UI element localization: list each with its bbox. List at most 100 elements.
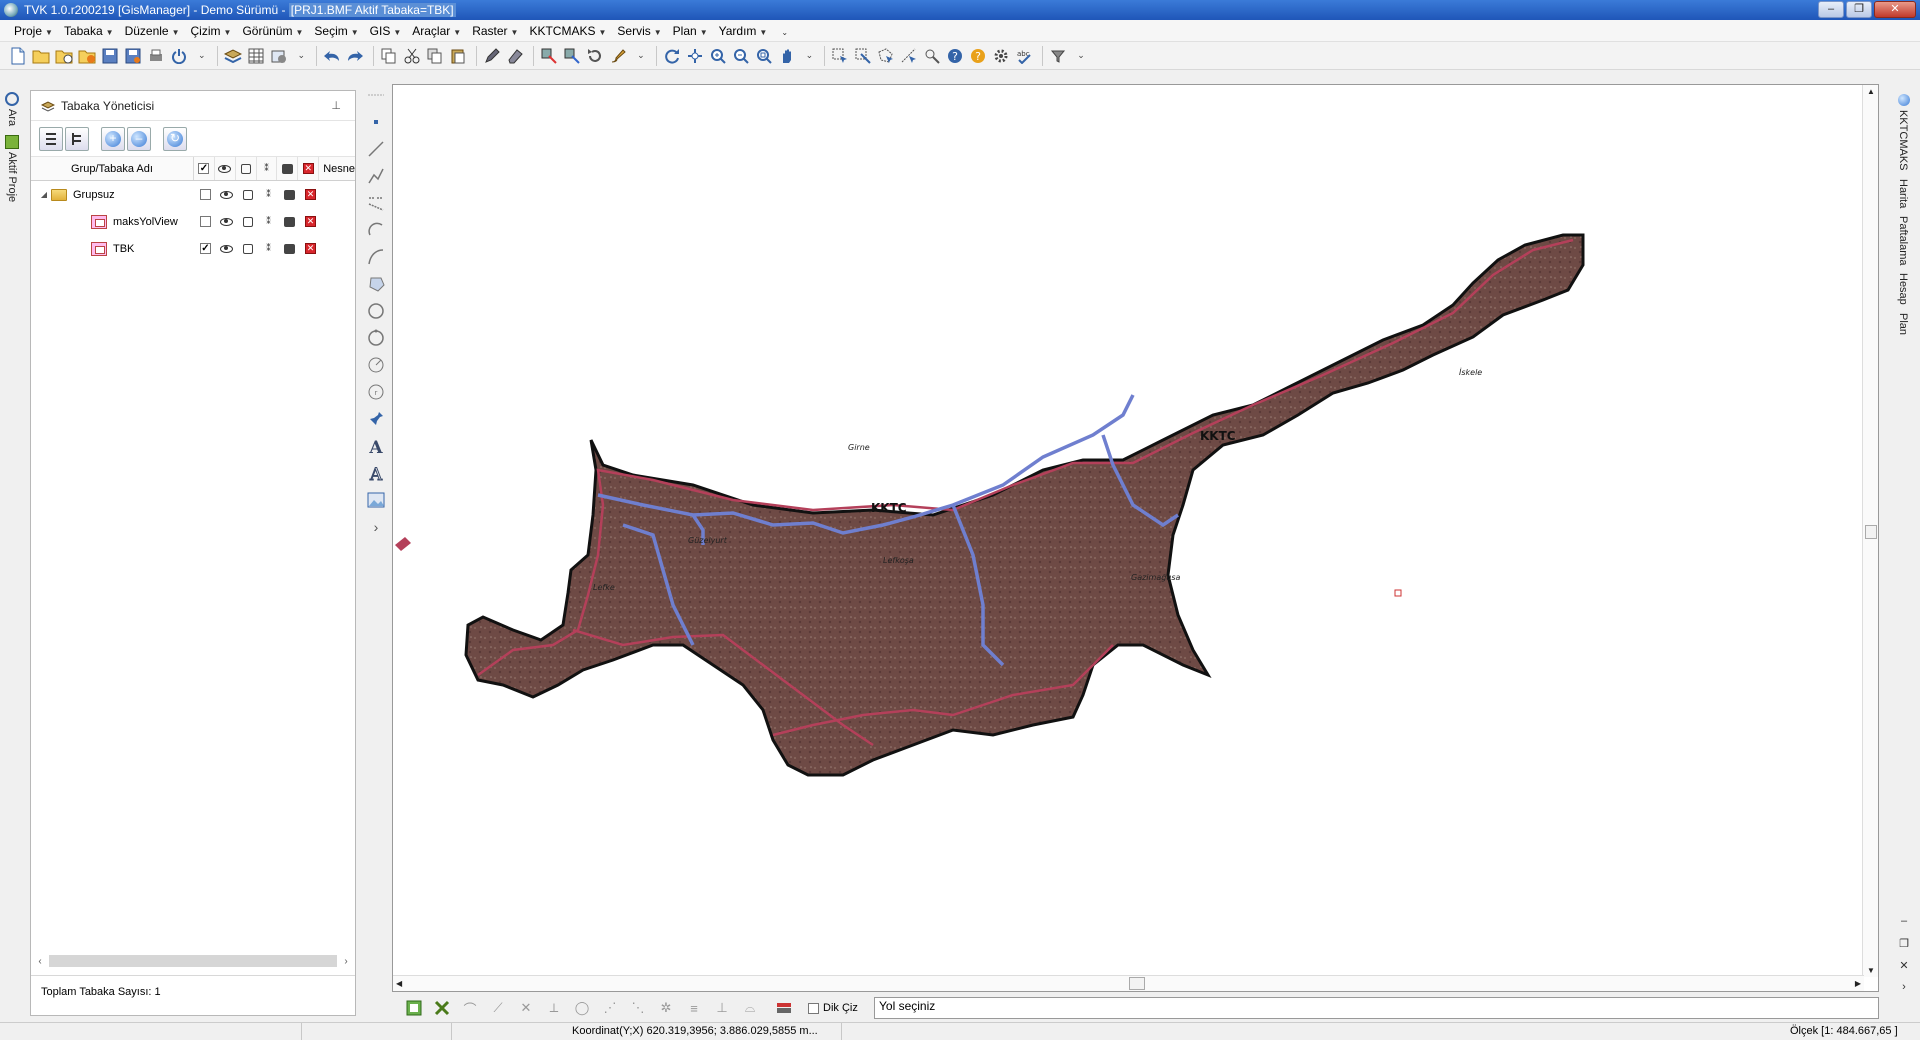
pin-marker-icon[interactable] <box>365 408 387 430</box>
eye-icon[interactable] <box>220 217 233 226</box>
scrollbar-thumb[interactable] <box>1129 977 1145 990</box>
snap-parallel-icon[interactable]: ≡ <box>684 998 704 1018</box>
menu-plan[interactable]: Plan ▼ <box>673 24 708 38</box>
snap-line-icon[interactable]: ⟋ <box>488 998 508 1018</box>
tab-paftalama[interactable]: Paftalama <box>1897 212 1909 270</box>
tab-aktif-proje[interactable]: Aktif Proje <box>6 149 18 205</box>
snap-arc-icon[interactable]: ⌓ <box>740 998 760 1018</box>
map-view[interactable]: KKTC KKTC Girne Güzelyurt Lefke Lefkoşa … <box>393 85 1863 975</box>
tab-kktcmaks[interactable]: KKTCMAKS <box>1897 106 1909 175</box>
text-icon[interactable]: A <box>365 435 387 457</box>
settings-icon[interactable] <box>991 46 1011 66</box>
lock-column-icon[interactable] <box>236 157 257 180</box>
layer-row[interactable]: maksYolView ⁑ ✕ <box>31 208 355 235</box>
new-file-icon[interactable] <box>8 46 28 66</box>
zoom-window-icon[interactable] <box>754 46 774 66</box>
map-vertical-scrollbar[interactable]: ▲ ▼ <box>1862 85 1878 977</box>
menu-kktcmaks[interactable]: KKTCMAKS ▼ <box>529 24 606 38</box>
print-icon[interactable] <box>284 189 295 200</box>
select-window-icon[interactable] <box>853 46 873 66</box>
menu-yardim[interactable]: Yardım ▼ <box>719 24 768 38</box>
scrollbar-thumb[interactable] <box>49 955 337 967</box>
toolbar-dropdown-icon[interactable]: ⌄ <box>1077 50 1085 61</box>
pen-icon[interactable] <box>482 46 502 66</box>
collapse-all-icon[interactable]: – <box>127 126 151 151</box>
minimize-panel-icon[interactable]: – <box>1894 915 1914 937</box>
copy-icon[interactable] <box>379 46 399 66</box>
layer-refresh-icon[interactable]: ↻ <box>163 126 187 151</box>
cancel-x-icon[interactable] <box>432 998 452 1018</box>
print-icon[interactable] <box>146 46 166 66</box>
snap-midpoint-icon[interactable]: ⋰ <box>600 998 620 1018</box>
layer-row-group[interactable]: ◢ Grupsuz ⁑ ✕ <box>31 181 355 208</box>
map-canvas[interactable]: KKTC KKTC Girne Güzelyurt Lefke Lefkoşa … <box>392 84 1879 992</box>
eraser-icon[interactable] <box>505 46 525 66</box>
measure-icon[interactable] <box>922 46 942 66</box>
visible-column-icon[interactable] <box>194 157 215 180</box>
spellcheck-icon[interactable]: abc <box>1014 46 1034 66</box>
snap-icon[interactable]: ⁑ <box>266 243 271 254</box>
zoom-out-icon[interactable] <box>731 46 751 66</box>
command-prompt-input[interactable]: Yol seçiniz <box>874 997 1879 1019</box>
copy-move-icon[interactable] <box>562 46 582 66</box>
expand-all-icon[interactable]: + <box>101 126 125 151</box>
close-panel-icon[interactable]: ✕ <box>1894 959 1914 981</box>
polyline-icon[interactable] <box>365 165 387 187</box>
eye-icon[interactable] <box>220 244 233 253</box>
menu-duzenle[interactable]: Düzenle ▼ <box>125 24 180 38</box>
layer-visible-checkbox[interactable] <box>200 243 211 254</box>
map-output-icon[interactable] <box>404 998 424 1018</box>
eye-icon[interactable] <box>220 190 233 199</box>
minimize-button[interactable]: – <box>1818 1 1844 18</box>
tool-options-icon[interactable] <box>1048 46 1068 66</box>
tab-ara[interactable]: Ara <box>6 106 18 129</box>
menu-gis[interactable]: GIS ▼ <box>370 24 402 38</box>
scroll-up-icon[interactable]: ▲ <box>1867 87 1875 96</box>
snap-node-icon[interactable]: ✲ <box>656 998 676 1018</box>
multiline-icon[interactable] <box>365 192 387 214</box>
tab-hesap[interactable]: Hesap <box>1897 269 1909 309</box>
chevron-right-icon[interactable]: › <box>1894 981 1914 1003</box>
rotate-icon[interactable] <box>585 46 605 66</box>
scroll-left-icon[interactable]: ‹ <box>35 956 45 967</box>
globe-icon[interactable] <box>1898 94 1910 106</box>
cut-icon[interactable] <box>402 46 422 66</box>
print-icon[interactable] <box>284 216 295 227</box>
save-icon[interactable] <box>100 46 120 66</box>
brush-icon[interactable] <box>608 46 628 66</box>
duplicate-icon[interactable] <box>425 46 445 66</box>
pan-center-icon[interactable] <box>685 46 705 66</box>
info-icon[interactable]: ? <box>968 46 988 66</box>
circle-icon[interactable] <box>365 300 387 322</box>
layer-settings-icon[interactable] <box>269 46 289 66</box>
menu-secim[interactable]: Seçim ▼ <box>314 24 358 38</box>
zoom-in-icon[interactable] <box>708 46 728 66</box>
select-line-icon[interactable] <box>899 46 919 66</box>
undo-icon[interactable] <box>322 46 342 66</box>
hand-pan-icon[interactable] <box>777 46 797 66</box>
print-column-icon[interactable] <box>277 157 299 180</box>
snap-intersection-icon[interactable]: ✕ <box>516 998 536 1018</box>
snap-tangent-icon[interactable]: ⋱ <box>628 998 648 1018</box>
layer-horizontal-scrollbar[interactable]: ‹ › <box>35 953 351 969</box>
layer-visible-checkbox[interactable] <box>200 189 211 200</box>
menu-tabaka[interactable]: Tabaka ▼ <box>64 24 114 38</box>
arc-icon[interactable] <box>365 219 387 241</box>
snap-circle-icon[interactable]: ◯ <box>572 998 592 1018</box>
polygon-icon[interactable] <box>365 273 387 295</box>
delete-icon[interactable]: ✕ <box>305 189 316 200</box>
restore-panel-icon[interactable]: ❐ <box>1894 937 1914 959</box>
delete-column-icon[interactable]: ✕ <box>298 157 320 180</box>
map-horizontal-scrollbar[interactable]: ◀ ▶ <box>393 975 1864 991</box>
lock-icon[interactable] <box>242 189 253 200</box>
scrollbar-thumb[interactable] <box>1865 525 1877 539</box>
print-icon[interactable] <box>284 243 295 254</box>
circle-center-icon[interactable]: r <box>365 381 387 403</box>
scroll-right-icon[interactable]: › <box>341 956 351 967</box>
power-icon[interactable] <box>169 46 189 66</box>
toolbar-dropdown-icon[interactable]: ⌄ <box>637 50 645 61</box>
paste-icon[interactable] <box>448 46 468 66</box>
delete-icon[interactable]: ✕ <box>305 243 316 254</box>
chevron-right-icon[interactable]: › <box>365 516 387 538</box>
column-layer-name[interactable]: Grup/Tabaka Adı <box>31 157 194 180</box>
